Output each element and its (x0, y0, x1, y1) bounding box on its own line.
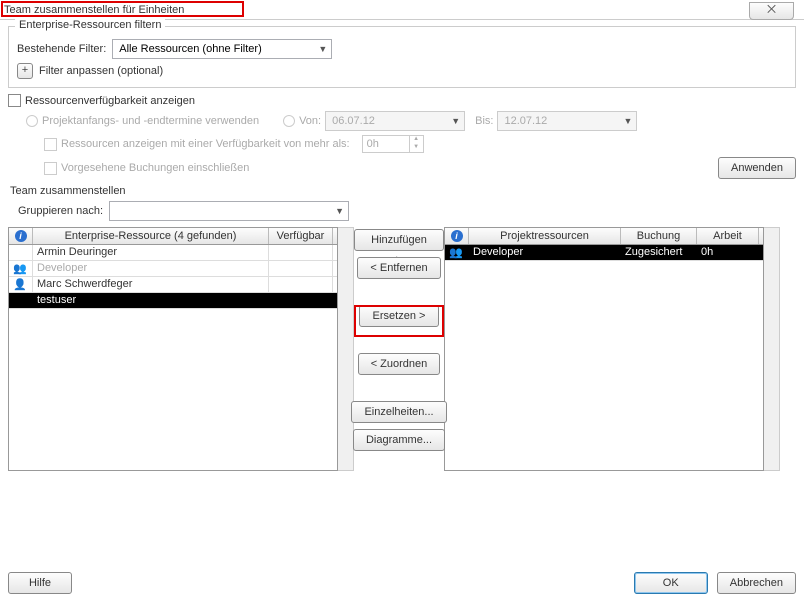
group-by-label: Gruppieren nach: (18, 205, 103, 217)
apply-button[interactable]: Anwenden (718, 157, 796, 179)
chevron-down-icon: ▼ (318, 44, 327, 54)
dialog-title: Team zusammenstellen für Einheiten (4, 4, 184, 16)
use-project-dates-radio (26, 115, 38, 127)
help-button[interactable]: Hilfe (8, 572, 72, 594)
add-button[interactable]: Hinzufügen > (354, 229, 444, 251)
close-button[interactable]: ⨉ (749, 2, 794, 20)
chevron-down-icon: ▼ (451, 116, 460, 126)
person-icon: 👤 (13, 278, 25, 290)
cancel-button[interactable]: Abbrechen (717, 572, 796, 594)
chevron-down-icon: ▼ (624, 116, 633, 126)
col-available[interactable]: Verfügbar (269, 228, 333, 244)
table-row[interactable]: testuser (9, 293, 337, 309)
to-date-value: 12.07.12 (504, 115, 547, 127)
existing-filter-value: Alle Ressourcen (ohne Filter) (119, 43, 261, 55)
use-custom-dates-radio (283, 115, 295, 127)
group-by-combo[interactable]: ▼ (109, 201, 349, 221)
chevron-down-icon: ▼ (335, 206, 344, 216)
charts-button[interactable]: Diagramme... (353, 429, 445, 451)
assign-button[interactable]: < Zuordnen (358, 353, 441, 375)
col-project-resource[interactable]: Projektressourcen (469, 228, 621, 244)
show-availability-label: Ressourcenverfügbarkeit anzeigen (25, 95, 195, 107)
min-availability-checkbox (44, 138, 57, 151)
existing-filter-label: Bestehende Filter: (17, 43, 106, 55)
filter-groupbox: Enterprise-Ressourcen filtern Bestehende… (8, 26, 796, 88)
table-row[interactable]: 👤 Marc Schwerdfeger (9, 277, 337, 293)
include-proposed-checkbox (44, 162, 57, 175)
table-row[interactable]: Armin Deuringer (9, 245, 337, 261)
from-date-value: 06.07.12 (332, 115, 375, 127)
show-availability-checkbox[interactable] (8, 94, 21, 107)
filter-group-title: Enterprise-Ressourcen filtern (15, 19, 165, 31)
project-resource-grid[interactable]: i Projektressourcen Buchung Arbeit 👥 Dev… (444, 227, 764, 471)
min-availability-value: 0h (362, 135, 410, 153)
col-work[interactable]: Arbeit (697, 228, 759, 244)
generic-resource-icon: 👥 (13, 262, 25, 274)
team-title: Team zusammenstellen (10, 185, 794, 197)
info-icon: i (451, 230, 463, 242)
scrollbar[interactable] (338, 227, 354, 471)
enterprise-resource-grid[interactable]: i Enterprise-Ressource (4 gefunden) Verf… (8, 227, 338, 471)
use-project-dates-label: Projektanfangs- und -endtermine verwende… (42, 115, 259, 127)
scrollbar[interactable] (764, 227, 780, 471)
replace-button[interactable]: Ersetzen > (359, 305, 439, 327)
to-date-combo: 12.07.12 ▼ (497, 111, 637, 131)
table-row[interactable]: 👥 Developer (9, 261, 337, 277)
table-row[interactable]: 👥 Developer Zugesichert 0h (445, 245, 763, 261)
info-icon: i (15, 230, 27, 242)
to-label: Bis: (475, 115, 493, 127)
existing-filter-combo[interactable]: Alle Ressourcen (ohne Filter) ▼ (112, 39, 332, 59)
from-label: Von: (299, 115, 321, 127)
generic-resource-icon: 👥 (449, 246, 461, 258)
min-availability-label: Ressourcen anzeigen mit einer Verfügbark… (61, 138, 350, 150)
col-enterprise-resource[interactable]: Enterprise-Ressource (4 gefunden) (33, 228, 269, 244)
min-availability-spin: 0h ▲▼ (362, 135, 424, 153)
include-proposed-label: Vorgesehene Buchungen einschließen (61, 162, 249, 174)
customize-filter-label: Filter anpassen (optional) (39, 65, 163, 77)
expand-filter-button[interactable]: + (17, 63, 33, 79)
ok-button[interactable]: OK (634, 572, 708, 594)
remove-button[interactable]: < Entfernen (357, 257, 440, 279)
col-booking[interactable]: Buchung (621, 228, 697, 244)
details-button[interactable]: Einzelheiten... (351, 401, 446, 423)
from-date-combo: 06.07.12 ▼ (325, 111, 465, 131)
